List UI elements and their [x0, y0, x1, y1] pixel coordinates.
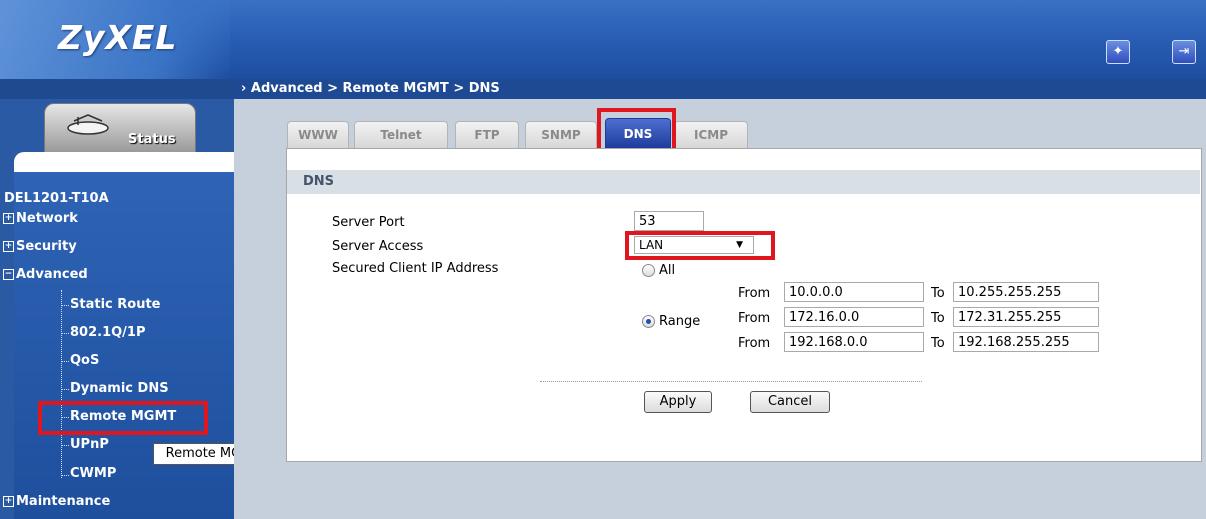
logout-icon[interactable]: ⇥: [1172, 40, 1196, 64]
remote-mgmt-highlight: [38, 401, 208, 435]
from-label: From: [738, 336, 771, 351]
top-banner: [0, 0, 1206, 79]
nav-static-route[interactable]: Static Route: [70, 297, 160, 312]
expand-icon: +: [3, 241, 14, 252]
server-access-highlight: [625, 231, 775, 260]
radio-all[interactable]: [642, 264, 655, 277]
tree-branch: [61, 361, 69, 363]
nav-security-label: Security: [16, 239, 77, 254]
wand-icon[interactable]: ✦: [1106, 40, 1130, 64]
nav-maintenance-label: Maintenance: [16, 494, 111, 509]
tree-branch: [61, 445, 69, 447]
tab-www[interactable]: WWW: [287, 121, 349, 148]
nav-8021q[interactable]: 802.1Q/1P: [70, 325, 146, 340]
breadcrumb-text: Advanced > Remote MGMT > DNS: [250, 81, 500, 96]
nav-advanced[interactable]: − Advanced: [3, 267, 88, 282]
nav-security[interactable]: + Security: [3, 239, 77, 254]
tab-telnet[interactable]: Telnet: [354, 121, 448, 148]
to-label: To: [931, 336, 945, 351]
status-tab-label: Status: [128, 132, 176, 147]
expand-icon: +: [3, 213, 14, 224]
zyxel-logo: ZyXEL: [58, 18, 178, 57]
to-label: To: [931, 311, 945, 326]
section-title: DNS: [303, 174, 335, 189]
range-3-to-input[interactable]: 192.168.255.255: [953, 332, 1099, 352]
nav-network[interactable]: + Network: [3, 211, 78, 226]
server-access-label: Server Access: [332, 239, 424, 254]
divider: [540, 381, 922, 382]
router-icon: [67, 114, 109, 135]
server-port-input[interactable]: 53: [634, 211, 704, 231]
breadcrumb: › Advanced > Remote MGMT > DNS: [241, 81, 500, 96]
nav-network-label: Network: [16, 211, 78, 226]
tree-connector: [61, 290, 63, 478]
radio-all-label: All: [659, 263, 676, 278]
from-label: From: [738, 286, 771, 301]
server-port-label: Server Port: [332, 215, 405, 230]
tree-branch: [61, 305, 69, 307]
secured-ip-label: Secured Client IP Address: [332, 261, 499, 276]
from-label: From: [738, 311, 771, 326]
tab-icmp[interactable]: ICMP: [674, 121, 748, 148]
sidebar-top-strip: [0, 79, 234, 99]
expand-icon: +: [3, 496, 14, 507]
apply-button[interactable]: Apply: [644, 391, 712, 413]
tree-branch: [61, 333, 69, 335]
section-header: [287, 170, 1200, 194]
main-panel: [286, 148, 1202, 462]
radio-range-label: Range: [659, 314, 701, 329]
range-1-from-input[interactable]: 10.0.0.0: [784, 282, 924, 302]
range-2-to-input[interactable]: 172.31.255.255: [953, 307, 1099, 327]
tree-branch: [61, 475, 69, 477]
nav-advanced-label: Advanced: [16, 267, 88, 282]
range-1-to-input[interactable]: 10.255.255.255: [953, 282, 1099, 302]
range-2-from-input[interactable]: 172.16.0.0: [784, 307, 924, 327]
nav-upnp[interactable]: UPnP: [70, 437, 109, 452]
nav-cwmp[interactable]: CWMP: [70, 466, 116, 481]
tab-snmp[interactable]: SNMP: [525, 121, 597, 148]
device-name[interactable]: DEL1201-T10A: [4, 191, 109, 206]
nav-maintenance[interactable]: + Maintenance: [3, 494, 110, 509]
nav-dynamic-dns[interactable]: Dynamic DNS: [70, 381, 169, 396]
nav-qos[interactable]: QoS: [70, 353, 99, 368]
tab-ftp[interactable]: FTP: [455, 121, 519, 148]
cancel-button[interactable]: Cancel: [750, 391, 830, 413]
radio-range[interactable]: [642, 315, 655, 328]
collapse-icon: −: [3, 269, 14, 280]
tree-branch: [61, 389, 69, 391]
to-label: To: [931, 286, 945, 301]
range-3-from-input[interactable]: 192.168.0.0: [784, 332, 924, 352]
